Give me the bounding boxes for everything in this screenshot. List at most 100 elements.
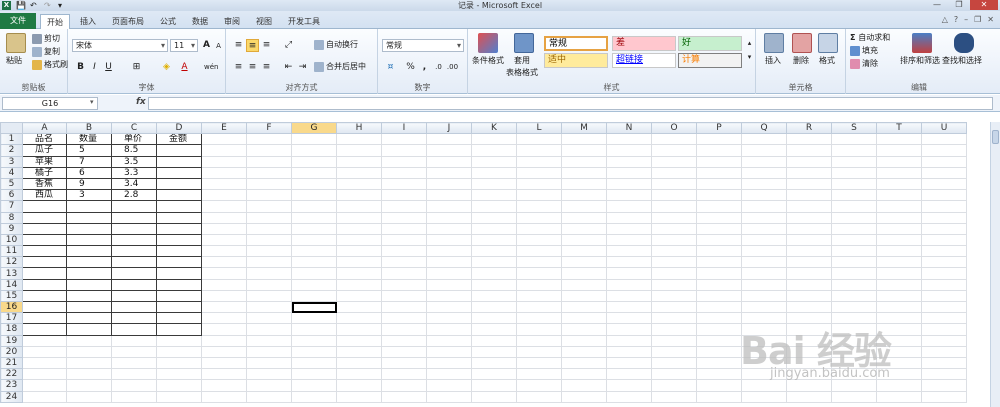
cell-p14[interactable] — [696, 278, 742, 291]
cell-j23[interactable] — [426, 379, 472, 392]
cell-m4[interactable] — [561, 166, 607, 179]
cell-k3[interactable] — [471, 155, 517, 168]
cell-d9[interactable] — [156, 222, 202, 235]
cell-d1[interactable]: 金额 — [156, 133, 202, 146]
cell-g9[interactable] — [291, 222, 337, 235]
cell-u1[interactable] — [921, 133, 967, 146]
cell-a24[interactable] — [22, 390, 67, 403]
cell-i15[interactable] — [381, 289, 427, 303]
cell-f2[interactable] — [246, 144, 292, 157]
cell-o9[interactable] — [651, 222, 697, 235]
cell-h15[interactable] — [336, 289, 382, 303]
cell-b12[interactable] — [66, 256, 112, 269]
cell-a9[interactable] — [22, 222, 67, 235]
cell-u12[interactable] — [921, 256, 967, 269]
cell-g6[interactable] — [291, 189, 337, 202]
cell-r14[interactable] — [786, 278, 832, 291]
cell-a21[interactable] — [22, 356, 67, 370]
cell-p4[interactable] — [696, 166, 742, 179]
column-header-h[interactable]: H — [336, 122, 382, 135]
styles-scroll-up-icon[interactable]: ▴ — [743, 37, 756, 50]
cell-l9[interactable] — [516, 222, 562, 235]
cell-a12[interactable] — [22, 256, 67, 269]
cell-j24[interactable] — [426, 390, 472, 403]
cell-h5[interactable] — [336, 177, 382, 191]
cell-i16[interactable] — [381, 300, 427, 314]
column-header-u[interactable]: U — [921, 122, 967, 135]
cell-c16[interactable] — [111, 300, 157, 314]
cell-n17[interactable] — [606, 312, 652, 325]
column-header-s[interactable]: S — [831, 122, 877, 135]
cell-d15[interactable] — [156, 289, 202, 303]
cell-p24[interactable] — [696, 390, 742, 403]
cell-i19[interactable] — [381, 334, 427, 347]
cell-k2[interactable] — [471, 144, 517, 157]
cell-g1[interactable] — [291, 133, 337, 146]
cell-e8[interactable] — [201, 211, 247, 224]
cell-t7[interactable] — [876, 200, 922, 213]
cell-f6[interactable] — [246, 189, 292, 202]
cell-r11[interactable] — [786, 245, 832, 258]
cell-n21[interactable] — [606, 356, 652, 370]
cell-k14[interactable] — [471, 278, 517, 291]
cell-p8[interactable] — [696, 211, 742, 224]
cell-q17[interactable] — [741, 312, 787, 325]
cell-j14[interactable] — [426, 278, 472, 291]
cell-q23[interactable] — [741, 379, 787, 392]
cell-e24[interactable] — [201, 390, 247, 403]
cell-e21[interactable] — [201, 356, 247, 370]
cell-d24[interactable] — [156, 390, 202, 403]
cell-u3[interactable] — [921, 155, 967, 168]
cell-q13[interactable] — [741, 267, 787, 280]
decrease-indent-icon[interactable]: ⇤ — [282, 61, 295, 74]
cell-h2[interactable] — [336, 144, 382, 157]
cell-u10[interactable] — [921, 233, 967, 247]
cell-b2[interactable]: 5 — [66, 144, 112, 157]
cell-h4[interactable] — [336, 166, 382, 179]
autosum-button[interactable]: Σ 自动求和 — [850, 32, 890, 44]
cell-a17[interactable] — [22, 312, 67, 325]
cell-i18[interactable] — [381, 323, 427, 336]
cell-r10[interactable] — [786, 233, 832, 247]
cell-n7[interactable] — [606, 200, 652, 213]
cell-q14[interactable] — [741, 278, 787, 291]
cell-c5[interactable]: 3.4 — [111, 177, 157, 191]
cell-q3[interactable] — [741, 155, 787, 168]
cell-k10[interactable] — [471, 233, 517, 247]
cell-r19[interactable] — [786, 334, 832, 347]
cell-d2[interactable] — [156, 144, 202, 157]
cell-r13[interactable] — [786, 267, 832, 280]
cell-m20[interactable] — [561, 345, 607, 358]
cell-a6[interactable]: 西瓜 — [22, 189, 67, 202]
cell-b8[interactable] — [66, 211, 112, 224]
cell-d22[interactable] — [156, 368, 202, 381]
cell-a23[interactable] — [22, 379, 67, 392]
cell-t12[interactable] — [876, 256, 922, 269]
cell-k13[interactable] — [471, 267, 517, 280]
cell-h11[interactable] — [336, 245, 382, 258]
cell-n20[interactable] — [606, 345, 652, 358]
cell-c9[interactable] — [111, 222, 157, 235]
cell-g13[interactable] — [291, 267, 337, 280]
tab-developer[interactable]: 开发工具 — [282, 14, 326, 29]
cell-q16[interactable] — [741, 300, 787, 314]
cell-s21[interactable] — [831, 356, 877, 370]
cell-h10[interactable] — [336, 233, 382, 247]
column-header-k[interactable]: K — [471, 122, 517, 135]
cell-p23[interactable] — [696, 379, 742, 392]
cell-d8[interactable] — [156, 211, 202, 224]
cell-q2[interactable] — [741, 144, 787, 157]
column-header-b[interactable]: B — [66, 122, 112, 135]
cell-r5[interactable] — [786, 177, 832, 191]
cell-n9[interactable] — [606, 222, 652, 235]
row-header[interactable]: 3 — [0, 155, 23, 168]
cell-u18[interactable] — [921, 323, 967, 336]
cell-f20[interactable] — [246, 345, 292, 358]
cell-u13[interactable] — [921, 267, 967, 280]
cell-u6[interactable] — [921, 189, 967, 202]
cell-o19[interactable] — [651, 334, 697, 347]
cell-h22[interactable] — [336, 368, 382, 381]
cell-s20[interactable] — [831, 345, 877, 358]
cell-b20[interactable] — [66, 345, 112, 358]
find-select-button[interactable]: 查找和选择 — [942, 55, 982, 67]
